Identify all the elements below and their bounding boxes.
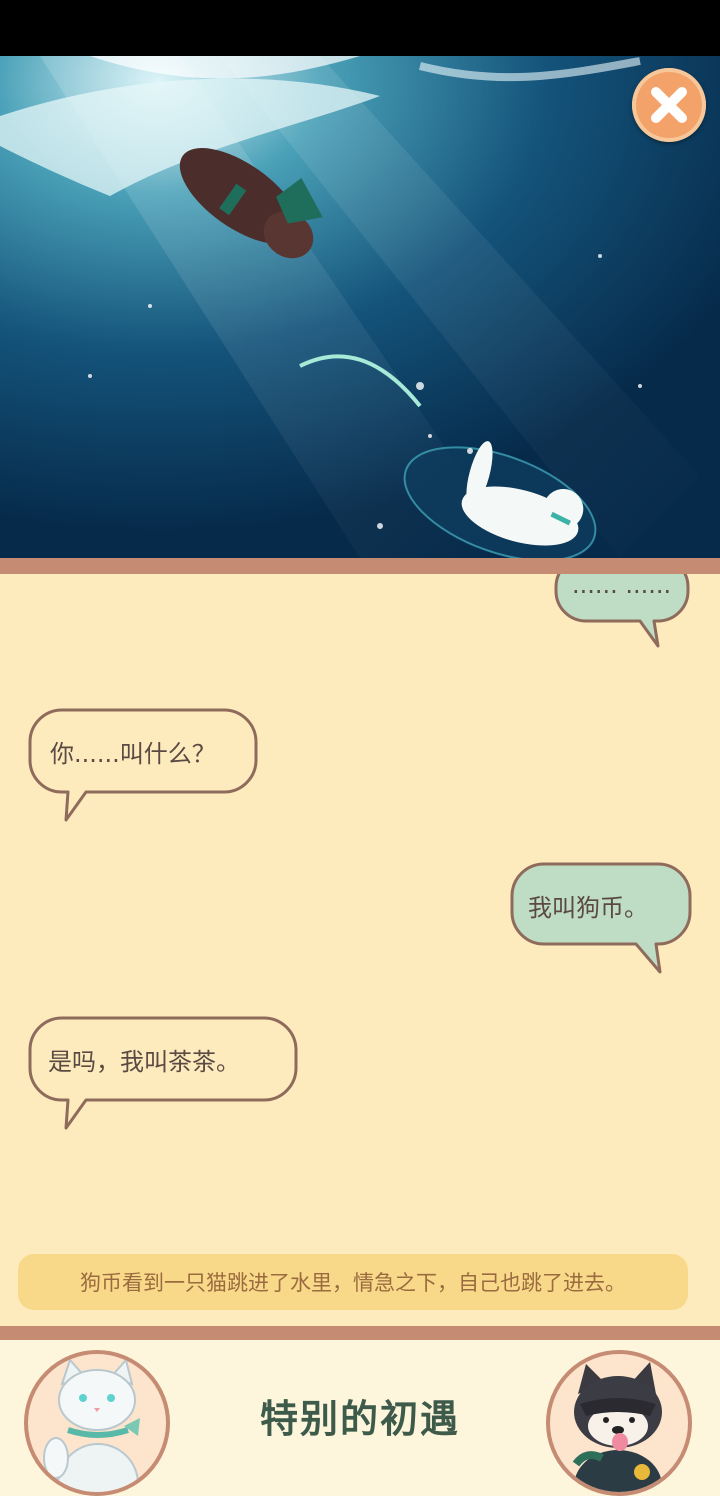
chapter-title: 特别的初遇 — [259, 1397, 460, 1441]
dialogue-bubble-left: 是吗，我叫茶茶。 — [28, 1016, 298, 1134]
cat-icon — [43, 1357, 140, 1492]
status-bar — [0, 0, 720, 56]
dialogue-text: ...... ...... — [572, 574, 672, 599]
close-button[interactable] — [632, 68, 706, 142]
cat-avatar[interactable] — [24, 1350, 170, 1496]
dialogue-text: 是吗，我叫茶茶。 — [48, 1048, 240, 1076]
shiba-dog-avatar[interactable] — [546, 1350, 692, 1496]
scene-divider — [0, 558, 720, 574]
narration-text: 狗币看到一只猫跳进了水里，情急之下，自己也跳了进去。 — [80, 1271, 626, 1295]
dialogue-bubble-right: ...... ...... — [554, 574, 690, 669]
narration-box: 狗币看到一只猫跳进了水里，情急之下，自己也跳了进去。 — [18, 1254, 688, 1310]
story-illustration — [0, 56, 720, 558]
dialogue-panel[interactable]: ...... ...... 你......叫什么？ 我叫狗币。 是吗，我叫茶茶。 — [0, 574, 720, 1326]
dialogue-bubble-left: 你......叫什么？ — [28, 708, 258, 826]
dialogue-text: 你......叫什么？ — [50, 740, 216, 768]
dialogue-bubble-right: 我叫狗币。 — [510, 862, 692, 977]
dialogue-text: 我叫狗币。 — [528, 894, 648, 922]
footer-divider — [0, 1326, 720, 1340]
close-icon — [651, 87, 687, 123]
shiba-icon — [572, 1362, 662, 1492]
